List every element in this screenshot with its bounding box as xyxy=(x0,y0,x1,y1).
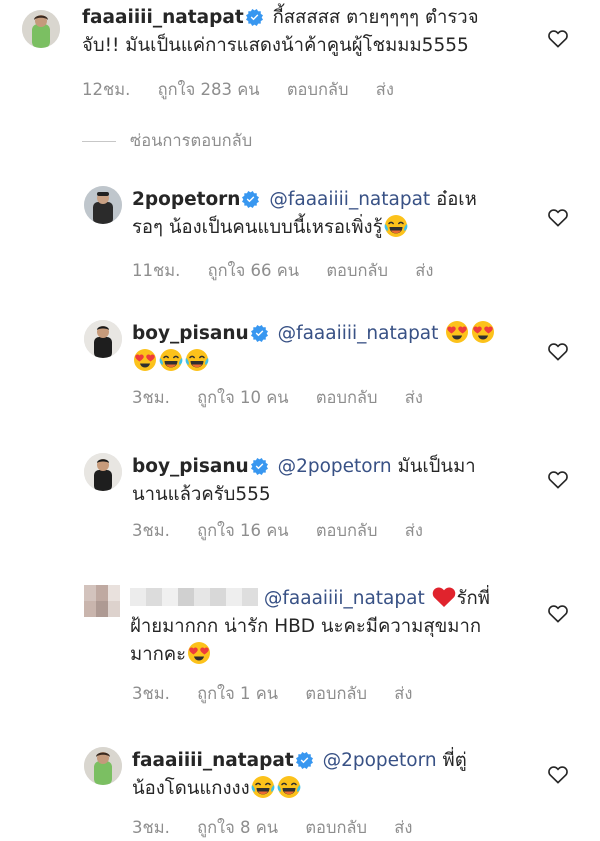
mention-link[interactable]: @2popetorn xyxy=(278,456,392,477)
reply-button[interactable]: ตอบกลับ xyxy=(305,818,367,837)
laughing-tears-emoji xyxy=(384,214,408,238)
avatar-image xyxy=(22,10,60,48)
like-heart-icon[interactable] xyxy=(547,207,569,227)
comment-text: มันเป็นมา xyxy=(397,456,476,477)
heart-eyes-emoji xyxy=(133,348,157,372)
likes-count[interactable]: ถูกใจ 16 คน xyxy=(197,521,289,540)
comment-text-line2: ฝ้ายมากกก น่ารัก HBD นะคะมีความสุขมาก xyxy=(130,616,482,637)
comment-text: รักพี่ xyxy=(456,588,490,609)
comment-time: 11ชม. xyxy=(132,261,181,280)
send-button[interactable]: ส่ง xyxy=(415,261,433,280)
verified-badge-icon xyxy=(296,752,313,769)
like-heart-icon[interactable] xyxy=(547,469,569,489)
laughing-tears-emoji xyxy=(251,775,275,799)
comment-text-line2: จับ!! มันเป็นแค่การแสดงน้าค้าคูนผู้โชมมม… xyxy=(82,35,469,56)
like-heart-icon[interactable] xyxy=(547,28,569,48)
comment-text: พี่ตู่ xyxy=(442,750,467,771)
comment-text-line2: นานแล้วครับ555 xyxy=(132,484,271,505)
reply-button[interactable]: ตอบกลับ xyxy=(305,684,367,703)
comment-time: 3ชม. xyxy=(132,818,170,837)
verified-badge-icon xyxy=(246,9,263,26)
pixelated-username xyxy=(130,588,258,606)
comment-time: 3ชม. xyxy=(132,684,170,703)
comment-text-line3: มากคะ xyxy=(130,644,187,665)
username[interactable]: faaaiiii_natapat xyxy=(82,7,244,28)
comment-time: 3ชม. xyxy=(132,521,170,540)
verified-badge-icon xyxy=(242,191,259,208)
laughing-tears-emoji xyxy=(185,348,209,372)
like-heart-icon[interactable] xyxy=(547,764,569,784)
heart-eyes-emoji xyxy=(187,641,211,665)
divider xyxy=(82,140,116,142)
red-heart-emoji xyxy=(432,585,456,609)
likes-count[interactable]: ถูกใจ 10 คน xyxy=(197,388,289,407)
reply-button[interactable]: ตอบกลับ xyxy=(316,388,378,407)
send-button[interactable]: ส่ง xyxy=(394,684,412,703)
verified-badge-icon xyxy=(251,325,268,342)
username[interactable]: faaaiiii_natapat xyxy=(132,750,294,771)
hide-replies-label[interactable]: ซ่อนการตอบกลับ xyxy=(130,128,252,154)
likes-count[interactable]: ถูกใจ 283 คน xyxy=(158,80,260,99)
avatar[interactable] xyxy=(22,10,60,48)
reply-button[interactable]: ตอบกลับ xyxy=(326,261,388,280)
avatar-image xyxy=(84,320,122,358)
comment-text: อ๋อเห xyxy=(436,189,477,210)
like-heart-icon[interactable] xyxy=(547,603,569,623)
comment-text-line2: รอๆ น้องเป็นคนแบบนี้เหรอเพิ่งรู้ xyxy=(132,217,383,238)
heart-eyes-emoji xyxy=(471,320,495,344)
avatar-image xyxy=(84,747,122,785)
reply-button[interactable]: ตอบกลับ xyxy=(316,521,378,540)
avatar[interactable] xyxy=(84,747,122,785)
comment-time: 12ชม. xyxy=(82,80,131,99)
verified-badge-icon xyxy=(251,458,268,475)
username[interactable]: 2popetorn xyxy=(132,189,240,210)
comment-text: กี้สสสสส ตายๆๆๆๆ ตำรวจ xyxy=(272,7,479,28)
like-heart-icon[interactable] xyxy=(547,341,569,361)
mention-link[interactable]: @faaaiiii_natapat xyxy=(264,588,425,609)
avatar[interactable] xyxy=(84,320,122,358)
send-button[interactable]: ส่ง xyxy=(405,521,423,540)
laughing-tears-emoji xyxy=(277,775,301,799)
likes-count[interactable]: ถูกใจ 8 คน xyxy=(197,818,278,837)
avatar[interactable] xyxy=(84,186,122,224)
pixelated-avatar xyxy=(84,585,120,617)
hide-replies-toggle[interactable]: ซ่อนการตอบกลับ xyxy=(82,131,252,151)
mention-link[interactable]: @faaaiiii_natapat xyxy=(278,323,439,344)
mention-link[interactable]: @faaaiiii_natapat xyxy=(269,189,430,210)
send-button[interactable]: ส่ง xyxy=(405,388,423,407)
likes-count[interactable]: ถูกใจ 66 คน xyxy=(208,261,300,280)
comment-time: 3ชม. xyxy=(132,388,170,407)
send-button[interactable]: ส่ง xyxy=(376,80,394,99)
send-button[interactable]: ส่ง xyxy=(394,818,412,837)
avatar-image xyxy=(84,186,122,224)
avatar-blurred[interactable] xyxy=(84,585,120,617)
avatar[interactable] xyxy=(84,453,122,491)
comment-text-line2: น้องโดนแกงงง xyxy=(132,778,250,799)
reply-button[interactable]: ตอบกลับ xyxy=(287,80,349,99)
heart-eyes-emoji xyxy=(445,320,469,344)
likes-count[interactable]: ถูกใจ 1 คน xyxy=(197,684,278,703)
laughing-tears-emoji xyxy=(159,348,183,372)
avatar-image xyxy=(84,453,122,491)
username[interactable]: boy_pisanu xyxy=(132,456,249,477)
mention-link[interactable]: @2popetorn xyxy=(323,750,437,771)
username[interactable]: boy_pisanu xyxy=(132,323,249,344)
